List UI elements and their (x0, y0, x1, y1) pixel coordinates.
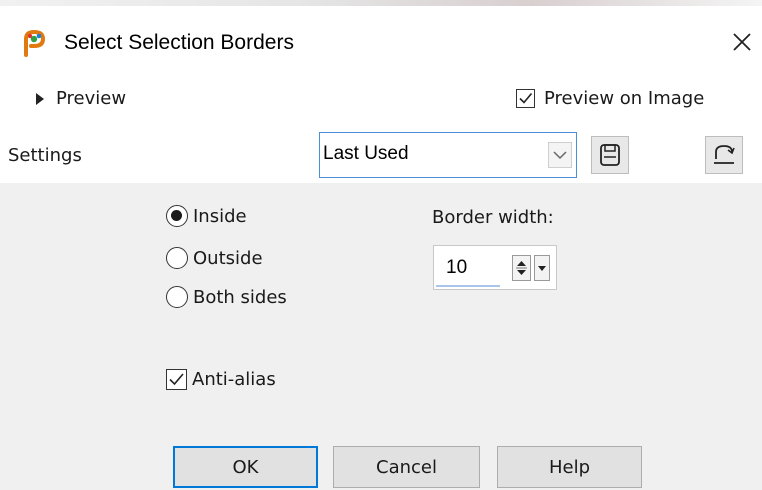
window-top-edge (0, 0, 762, 6)
radio-inside-circle[interactable] (166, 205, 188, 227)
border-width-slider-track (436, 285, 500, 287)
chevron-down-icon[interactable] (548, 142, 572, 168)
radio-outside-label: Outside (193, 247, 263, 269)
cancel-button[interactable]: Cancel (333, 446, 480, 488)
close-icon[interactable] (728, 28, 756, 56)
anti-alias-checkbox[interactable] (166, 369, 187, 390)
spin-up-down-icon[interactable] (512, 255, 531, 281)
anti-alias-toggle[interactable]: Anti-alias (166, 369, 276, 390)
reset-defaults-icon (714, 145, 735, 164)
border-width-label: Border width: (432, 207, 554, 228)
expand-triangle-icon (36, 92, 44, 105)
checkmark-icon (519, 92, 533, 104)
preview-on-image-checkbox[interactable] (516, 89, 535, 108)
border-width-input[interactable]: 10 (446, 257, 467, 279)
slider-dropdown-icon[interactable] (534, 255, 550, 281)
border-width-stepper[interactable]: 10 (433, 245, 557, 290)
radio-inside-label: Inside (193, 205, 247, 227)
settings-label: Settings (8, 145, 82, 166)
preview-toggle[interactable]: Preview (36, 88, 126, 109)
preview-on-image-label: Preview on Image (544, 88, 705, 109)
preset-dropdown-value: Last Used (323, 143, 409, 164)
radio-both-sides-circle[interactable] (166, 286, 188, 308)
preview-on-image-toggle[interactable]: Preview on Image (516, 88, 704, 109)
anti-alias-label: Anti-alias (192, 369, 276, 390)
preview-label: Preview (56, 88, 127, 109)
radio-outside[interactable]: Outside (166, 247, 263, 269)
dialog-title: Select Selection Borders (64, 31, 294, 54)
radio-both-sides-label: Both sides (193, 286, 287, 308)
ok-button[interactable]: OK (173, 446, 318, 488)
help-button[interactable]: Help (497, 446, 642, 488)
save-preset-button[interactable] (591, 136, 629, 174)
radio-both-sides[interactable]: Both sides (166, 286, 287, 308)
paintshop-pro-icon (22, 29, 48, 57)
radio-inside[interactable]: Inside (166, 205, 247, 227)
radio-outside-circle[interactable] (166, 247, 188, 269)
options-panel (0, 183, 762, 490)
save-preset-icon (600, 144, 620, 166)
reset-defaults-button[interactable] (705, 136, 743, 174)
preset-dropdown[interactable]: Last Used (319, 132, 577, 178)
checkmark-icon (169, 373, 184, 386)
